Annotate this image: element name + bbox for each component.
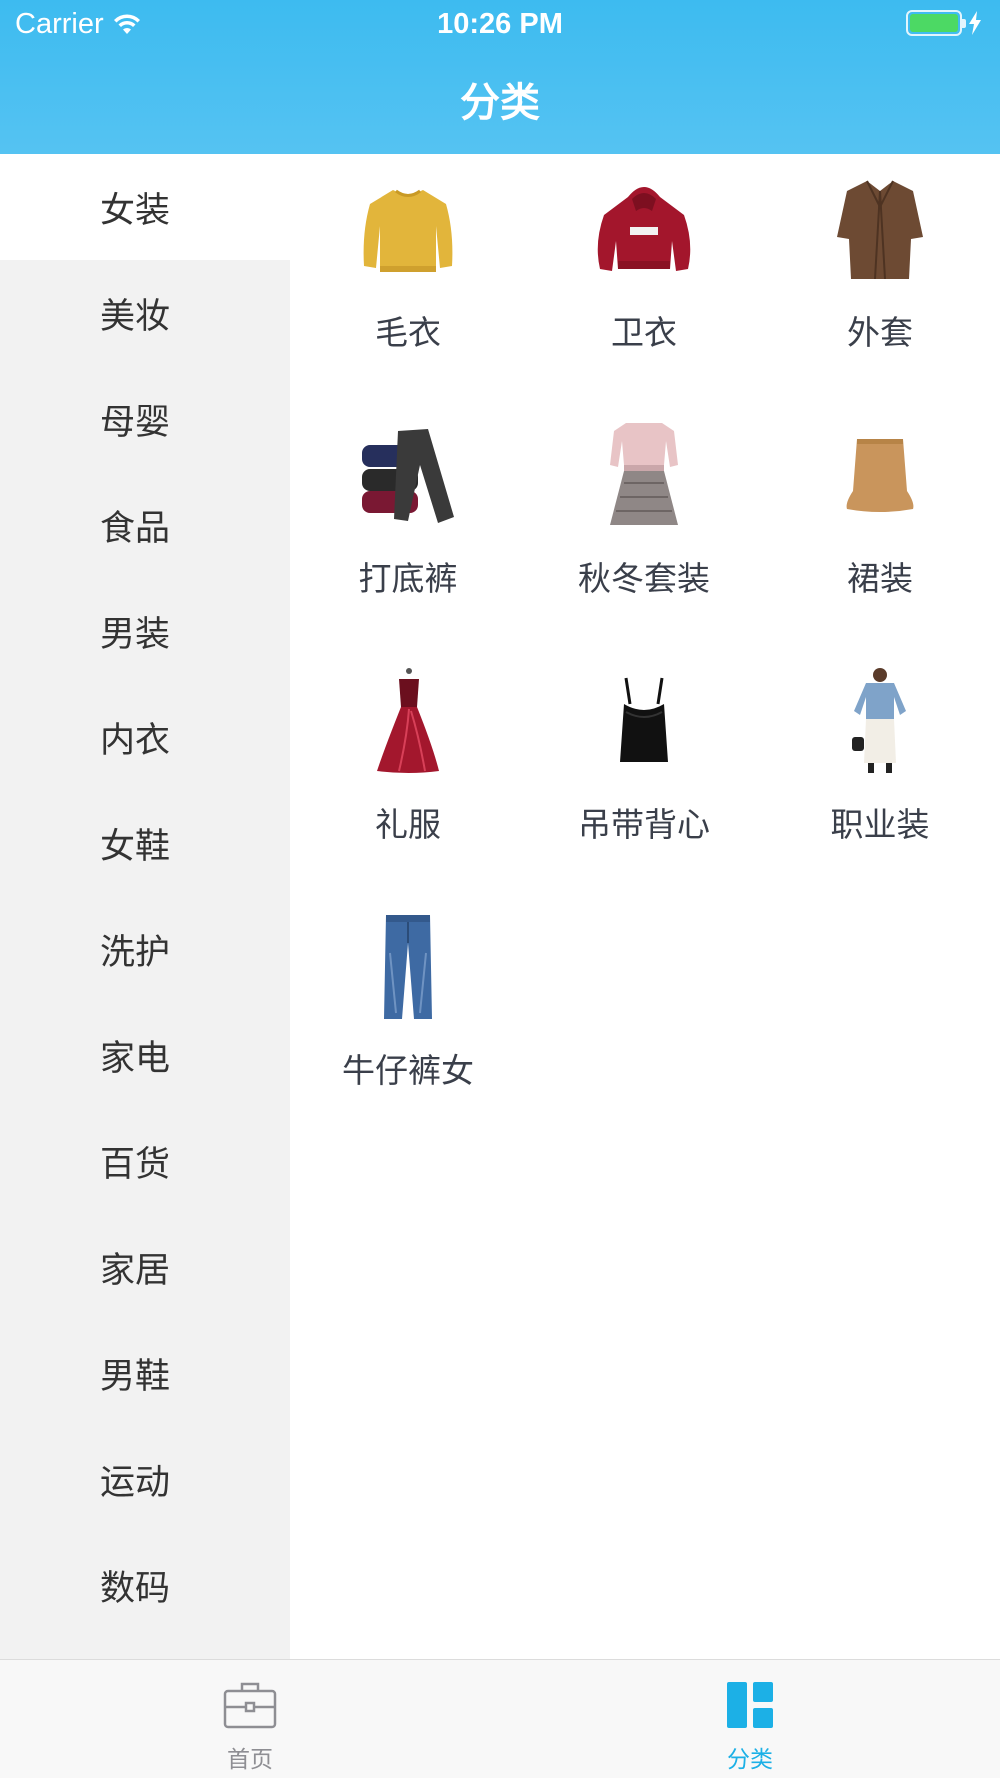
tab-label: 分类 — [727, 1747, 773, 1773]
subcategory-panel: 毛衣 卫衣 外套 打底裤 秋冬套装 裙装 礼服 吊带背心 职业装 牛仔裤女 — [290, 154, 1000, 1659]
sidebar-item-label: 数码 — [99, 1568, 170, 1609]
sweater-image — [353, 174, 463, 284]
charging-bolt-icon — [969, 11, 981, 35]
sidebar-item-label: 美妆 — [99, 296, 170, 337]
tab-category[interactable]: 分类 — [500, 1660, 1000, 1778]
sidebar-item-label: 女鞋 — [99, 826, 170, 867]
sidebar-item[interactable]: 食品 — [0, 472, 290, 578]
sidebar-item-label: 运动 — [99, 1462, 170, 1503]
jeans-image — [353, 912, 463, 1022]
subcategory-item-jeans[interactable]: 牛仔裤女 — [290, 912, 526, 1158]
gown-image — [353, 666, 463, 776]
sidebar-item[interactable]: 女装 — [0, 154, 290, 260]
status-bar: Carrier 10:26 PM — [0, 0, 1000, 50]
battery-icon — [906, 10, 966, 36]
status-time: 10:26 PM — [437, 8, 563, 40]
sidebar-item-label: 母婴 — [99, 402, 170, 443]
subcategory-label: 吊带背心 — [578, 805, 710, 844]
sidebar-item[interactable]: 洗护 — [0, 896, 290, 1002]
subcategory-label: 打底裤 — [358, 559, 458, 598]
sidebar-item-label: 家居 — [99, 1250, 170, 1291]
sidebar-item[interactable]: 数码 — [0, 1532, 290, 1638]
battery-indicator — [906, 10, 982, 36]
skirt-image — [825, 420, 935, 530]
subcategory-label: 裙装 — [847, 559, 913, 598]
sidebar-item[interactable]: 男鞋 — [0, 1320, 290, 1426]
coat-image — [825, 174, 935, 284]
subcategory-grid: 毛衣 卫衣 外套 打底裤 秋冬套装 裙装 礼服 吊带背心 职业装 牛仔裤女 — [290, 174, 1000, 1158]
category-grid-icon — [723, 1680, 777, 1730]
sidebar-item[interactable]: 运动 — [0, 1426, 290, 1532]
tab-home[interactable]: 首页 — [0, 1660, 500, 1778]
sidebar-item-label: 百货 — [99, 1144, 170, 1185]
subcategory-item-leggings[interactable]: 打底裤 — [290, 420, 526, 666]
nav-header: Carrier 10:26 PM 分类 — [0, 0, 1000, 154]
subcategory-item-coat[interactable]: 外套 — [762, 174, 998, 420]
subcategory-label: 外套 — [847, 313, 913, 352]
sidebar-item[interactable]: 家居 — [0, 1214, 290, 1320]
subcategory-label: 卫衣 — [611, 313, 677, 352]
sidebar-item-label: 男装 — [99, 614, 170, 655]
subcategory-label: 牛仔裤女 — [342, 1051, 474, 1090]
sidebar-item-label: 洗护 — [99, 932, 170, 973]
sidebar-item-label: 女装 — [99, 190, 170, 231]
subcategory-item-skirt[interactable]: 裙装 — [762, 420, 998, 666]
subcategory-label: 秋冬套装 — [578, 559, 710, 598]
tab-bar: 首页 分类 — [0, 1659, 1000, 1778]
tab-label: 首页 — [227, 1747, 273, 1773]
sidebar-item-label: 男鞋 — [99, 1356, 170, 1397]
battery-fill — [910, 14, 958, 32]
subcategory-item-hoodie[interactable]: 卫衣 — [526, 174, 762, 420]
office-wear-image — [825, 666, 935, 776]
subcategory-item-camisole[interactable]: 吊带背心 — [526, 666, 762, 912]
subcategory-label: 礼服 — [375, 805, 441, 844]
sidebar-item[interactable]: 家电 — [0, 1002, 290, 1108]
sidebar-item[interactable]: 百货 — [0, 1108, 290, 1214]
sidebar-item[interactable]: 母婴 — [0, 366, 290, 472]
hoodie-image — [589, 174, 699, 284]
subcategory-item-sweater[interactable]: 毛衣 — [290, 174, 526, 420]
leggings-image — [353, 420, 463, 530]
camisole-image — [589, 666, 699, 776]
subcategory-label: 职业装 — [830, 805, 930, 844]
sidebar-item[interactable]: 美妆 — [0, 260, 290, 366]
sidebar-item[interactable]: 男装 — [0, 578, 290, 684]
outfit-set-image — [589, 420, 699, 530]
sidebar-item[interactable]: 女鞋 — [0, 790, 290, 896]
subcategory-item-outfit-set[interactable]: 秋冬套装 — [526, 420, 762, 666]
briefcase-icon — [223, 1680, 277, 1730]
subcategory-item-office-wear[interactable]: 职业装 — [762, 666, 998, 912]
page-title: 分类 — [460, 80, 540, 126]
sidebar-item-label: 家电 — [99, 1038, 170, 1079]
category-sidebar: 女装 美妆 母婴 食品 男装 内衣 女鞋 洗护 家电 百货 家居 男鞋 运动 数… — [0, 154, 290, 1659]
subcategory-item-gown[interactable]: 礼服 — [290, 666, 526, 912]
subcategory-label: 毛衣 — [375, 313, 441, 352]
sidebar-item[interactable]: 内衣 — [0, 684, 290, 790]
sidebar-item-label: 内衣 — [99, 720, 170, 761]
sidebar-item-label: 食品 — [99, 508, 170, 549]
